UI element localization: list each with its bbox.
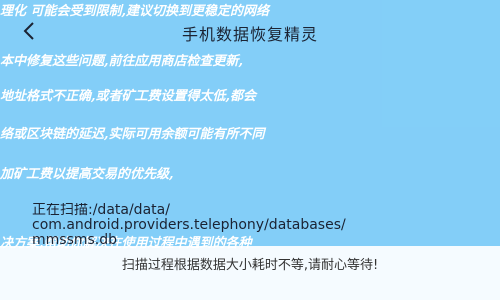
app-bar: 手机数据恢复精灵 [0,14,500,48]
scan-status-line: com.android.providers.telephony/database… [32,218,346,233]
page-title: 手机数据恢复精灵 [181,25,318,44]
scan-status: 正在扫描:/data/data/ com.android.providers.t… [32,203,482,248]
scan-status-line: 正在扫描:/data/data/ [32,203,170,218]
wait-notice: 扫描过程根据数据大小耗时不等,请耐心等待! [121,258,379,273]
